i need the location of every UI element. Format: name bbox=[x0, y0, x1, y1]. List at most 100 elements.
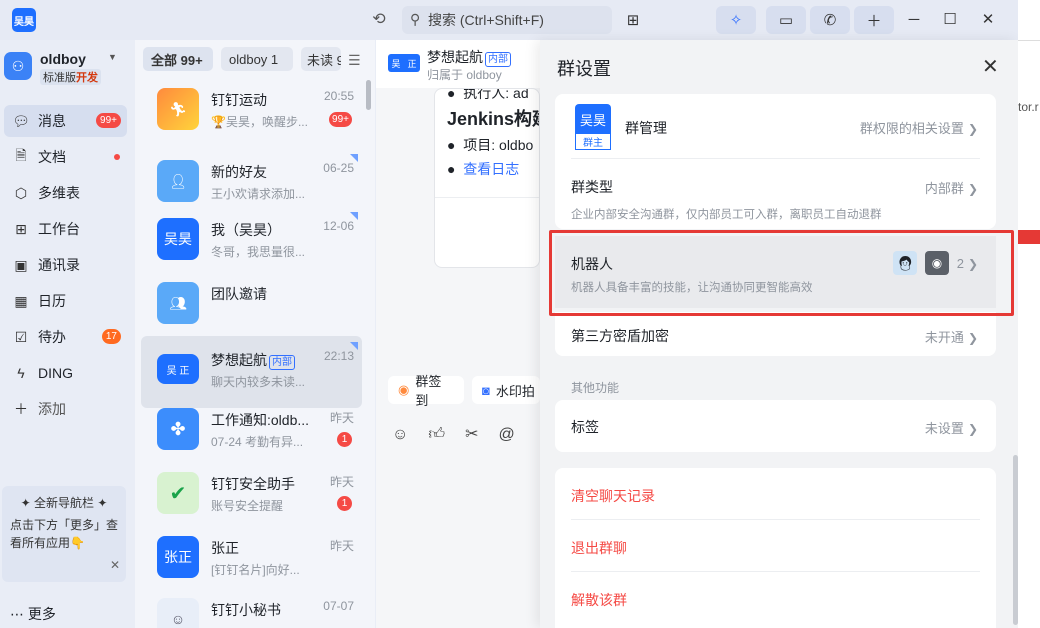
add-icon[interactable]: ＋ bbox=[854, 6, 894, 34]
chat-time: 06-25 bbox=[323, 161, 354, 175]
encrypt-label: 第三方密盾加密 bbox=[571, 328, 669, 344]
promo-title: ✦ 全新导航栏 ✦ bbox=[20, 496, 108, 510]
close-icon[interactable]: ✕ bbox=[110, 556, 120, 574]
clear-history-button[interactable]: 清空聊天记录 bbox=[571, 486, 655, 506]
group-avatar: 吴 正 bbox=[157, 354, 199, 384]
list-item[interactable]: 吴昊 我（吴昊） 冬哥，我思量很... 12-06 bbox=[141, 206, 362, 278]
screen-share-icon[interactable]: ▭ bbox=[766, 6, 806, 34]
promo-title-text: 全新导航栏 bbox=[33, 496, 94, 510]
chat-name: 新的好友 bbox=[211, 164, 267, 180]
maximize-icon[interactable]: ☐ bbox=[940, 10, 960, 30]
group-manage-link[interactable]: 群权限的相关设置 ❯ bbox=[860, 118, 978, 137]
chat-list-scrollbar[interactable] bbox=[366, 80, 371, 110]
search-input[interactable]: ⚲ 搜索 (Ctrl+Shift+F) bbox=[402, 6, 612, 34]
avatar: 吴昊 群主 bbox=[575, 104, 611, 150]
sidebar-item-calendar[interactable]: ▦ 日历 bbox=[4, 285, 127, 317]
like-icon[interactable]: 👍︎ bbox=[428, 426, 445, 443]
chat-preview: 聊天内较多未读... bbox=[211, 375, 306, 389]
search-placeholder: 搜索 (Ctrl+Shift+F) bbox=[428, 12, 544, 28]
danger-actions-card: 清空聊天记录 退出群聊 解散该群 bbox=[555, 468, 996, 628]
tags-value: 未设置 ❯ bbox=[925, 418, 978, 437]
red-marker bbox=[1018, 230, 1040, 244]
unread-badge: 1 bbox=[337, 432, 352, 447]
encrypt-value-text: 未开通 bbox=[924, 330, 964, 345]
emoji-icon[interactable]: ☺ bbox=[392, 426, 408, 443]
message-card: ● 执行人: ad Jenkins构建 ● 项目: oldbo ● 查看日志 bbox=[434, 88, 540, 268]
highlight-box bbox=[549, 230, 1014, 316]
view-log-link[interactable]: 查看日志 bbox=[463, 161, 519, 177]
watermark-camera-button[interactable]: ◙ 水印拍 bbox=[472, 376, 540, 404]
minimize-icon[interactable]: ─ bbox=[904, 10, 924, 30]
sidebar-item-label: 文档 bbox=[38, 149, 66, 165]
more-button[interactable]: ⋯ 更多 bbox=[10, 604, 56, 624]
chat-preview: 🏆吴昊，唤醒步... bbox=[211, 115, 308, 129]
sidebar-item-label: 工作台 bbox=[38, 221, 80, 237]
group-type-label[interactable]: 群类型 bbox=[571, 177, 613, 197]
encrypt-row[interactable]: 第三方密盾加密 未开通 ❯ bbox=[555, 312, 996, 356]
list-item[interactable]: 👥︎ 团队邀请 bbox=[141, 270, 362, 342]
history-icon[interactable]: ⟲ bbox=[370, 11, 388, 29]
doc-icon: 🗎︎ bbox=[15, 147, 27, 163]
sidebar-item-label: 添加 bbox=[38, 401, 66, 417]
chat-time: 昨天 bbox=[329, 539, 354, 553]
sidebar-item-label: 日历 bbox=[38, 293, 66, 309]
chat-title[interactable]: 梦想起航 内部 bbox=[427, 47, 511, 67]
sidebar-item-tables[interactable]: ⬡ 多维表 bbox=[4, 177, 127, 209]
chat-name: 我（吴昊） bbox=[211, 222, 281, 238]
sidebar-item-ding[interactable]: ϟ DING bbox=[4, 357, 127, 389]
sidebar-item-label: 消息 bbox=[38, 113, 66, 129]
chat-time: 20:55 bbox=[323, 89, 354, 103]
chat-name: 团队邀请 bbox=[211, 286, 267, 302]
sidebar-item-todo[interactable]: ☑ 待办 17 bbox=[4, 321, 127, 353]
close-window-icon[interactable]: ✕ bbox=[978, 10, 998, 30]
menu-icon[interactable]: ☰ bbox=[348, 52, 361, 69]
chat-name: 钉钉安全助手 bbox=[211, 476, 295, 492]
scissors-icon[interactable]: ✂ bbox=[465, 426, 478, 443]
sidebar-item-docs[interactable]: 🗎︎ 文档 bbox=[4, 141, 127, 173]
sidebar-item-add[interactable]: ＋ 添加 bbox=[4, 393, 127, 425]
filter-unread[interactable]: 未读 9 bbox=[301, 47, 341, 71]
divider bbox=[571, 571, 980, 572]
message-line-text: 执行人: ad bbox=[463, 88, 529, 101]
plan-label: 标准版 bbox=[43, 72, 76, 84]
group-type-link[interactable]: 内部群 ❯ bbox=[925, 178, 978, 197]
security-shield-icon: ✔ bbox=[157, 472, 199, 514]
message-heading: Jenkins构建 bbox=[447, 109, 540, 129]
user-name[interactable]: oldboy bbox=[40, 51, 86, 67]
divider bbox=[435, 197, 539, 198]
sidebar-item-workspace[interactable]: ⊞ 工作台 bbox=[4, 213, 127, 245]
chat-time: 22:13 bbox=[323, 349, 354, 363]
chevron-right-icon: ❯ bbox=[967, 122, 978, 136]
group-manage-label[interactable]: 群管理 bbox=[625, 118, 667, 138]
plan-tag: 开发 bbox=[76, 72, 98, 84]
chat-subtitle: 归属于 oldboy bbox=[427, 68, 502, 82]
list-item[interactable]: ✤ 工作通知:oldb... 07-24 考勤有异... 昨天 1 bbox=[141, 396, 362, 468]
avatar[interactable]: ⚇ bbox=[4, 52, 32, 80]
list-item[interactable]: 🏃︎ 钉钉运动 🏆吴昊，唤醒步... 20:55 99+ bbox=[141, 76, 362, 148]
tags-row[interactable]: 标签 未设置 ❯ bbox=[555, 400, 996, 452]
ding-icon: ϟ bbox=[17, 365, 25, 381]
close-icon[interactable]: ✕ bbox=[982, 54, 999, 79]
call-icon[interactable]: ✆ bbox=[810, 6, 850, 34]
todo-badge: 17 bbox=[101, 329, 121, 344]
chat-time: 昨天 bbox=[329, 411, 354, 425]
filter-oldboy[interactable]: oldboy 1 bbox=[221, 47, 293, 71]
sidebar-item-messages[interactable]: 💬︎ 消息 99+ bbox=[4, 105, 127, 137]
list-item[interactable]: ☺ 钉钉小秘书 07-07 bbox=[141, 586, 362, 628]
leave-group-button[interactable]: 退出群聊 bbox=[571, 538, 627, 558]
divider bbox=[571, 158, 980, 159]
input-toolbar: ☺ 👍︎ ✂ @ bbox=[392, 424, 515, 444]
add-friend-icon: 👤︎ bbox=[157, 160, 199, 202]
mention-icon[interactable]: @ bbox=[498, 426, 514, 443]
apps-icon[interactable]: ⊞ bbox=[622, 6, 644, 34]
filter-all[interactable]: 全部 99+ bbox=[143, 47, 213, 71]
list-item[interactable]: ✔ 钉钉安全助手 账号安全提醒 昨天 1 bbox=[141, 460, 362, 532]
sign-in-button[interactable]: ◉ 群签到 bbox=[388, 374, 464, 408]
dissolve-group-button[interactable]: 解散该群 bbox=[571, 590, 627, 610]
team-invite-icon: 👥︎ bbox=[157, 282, 199, 324]
ai-assistant-icon[interactable]: ✧ bbox=[716, 6, 756, 34]
sidebar-item-contacts[interactable]: ▣ 通讯录 bbox=[4, 249, 127, 281]
plus-icon: ＋ bbox=[14, 401, 28, 417]
chevron-down-icon[interactable]: ▼ bbox=[108, 52, 117, 62]
message-icon: 💬︎ bbox=[12, 112, 30, 129]
